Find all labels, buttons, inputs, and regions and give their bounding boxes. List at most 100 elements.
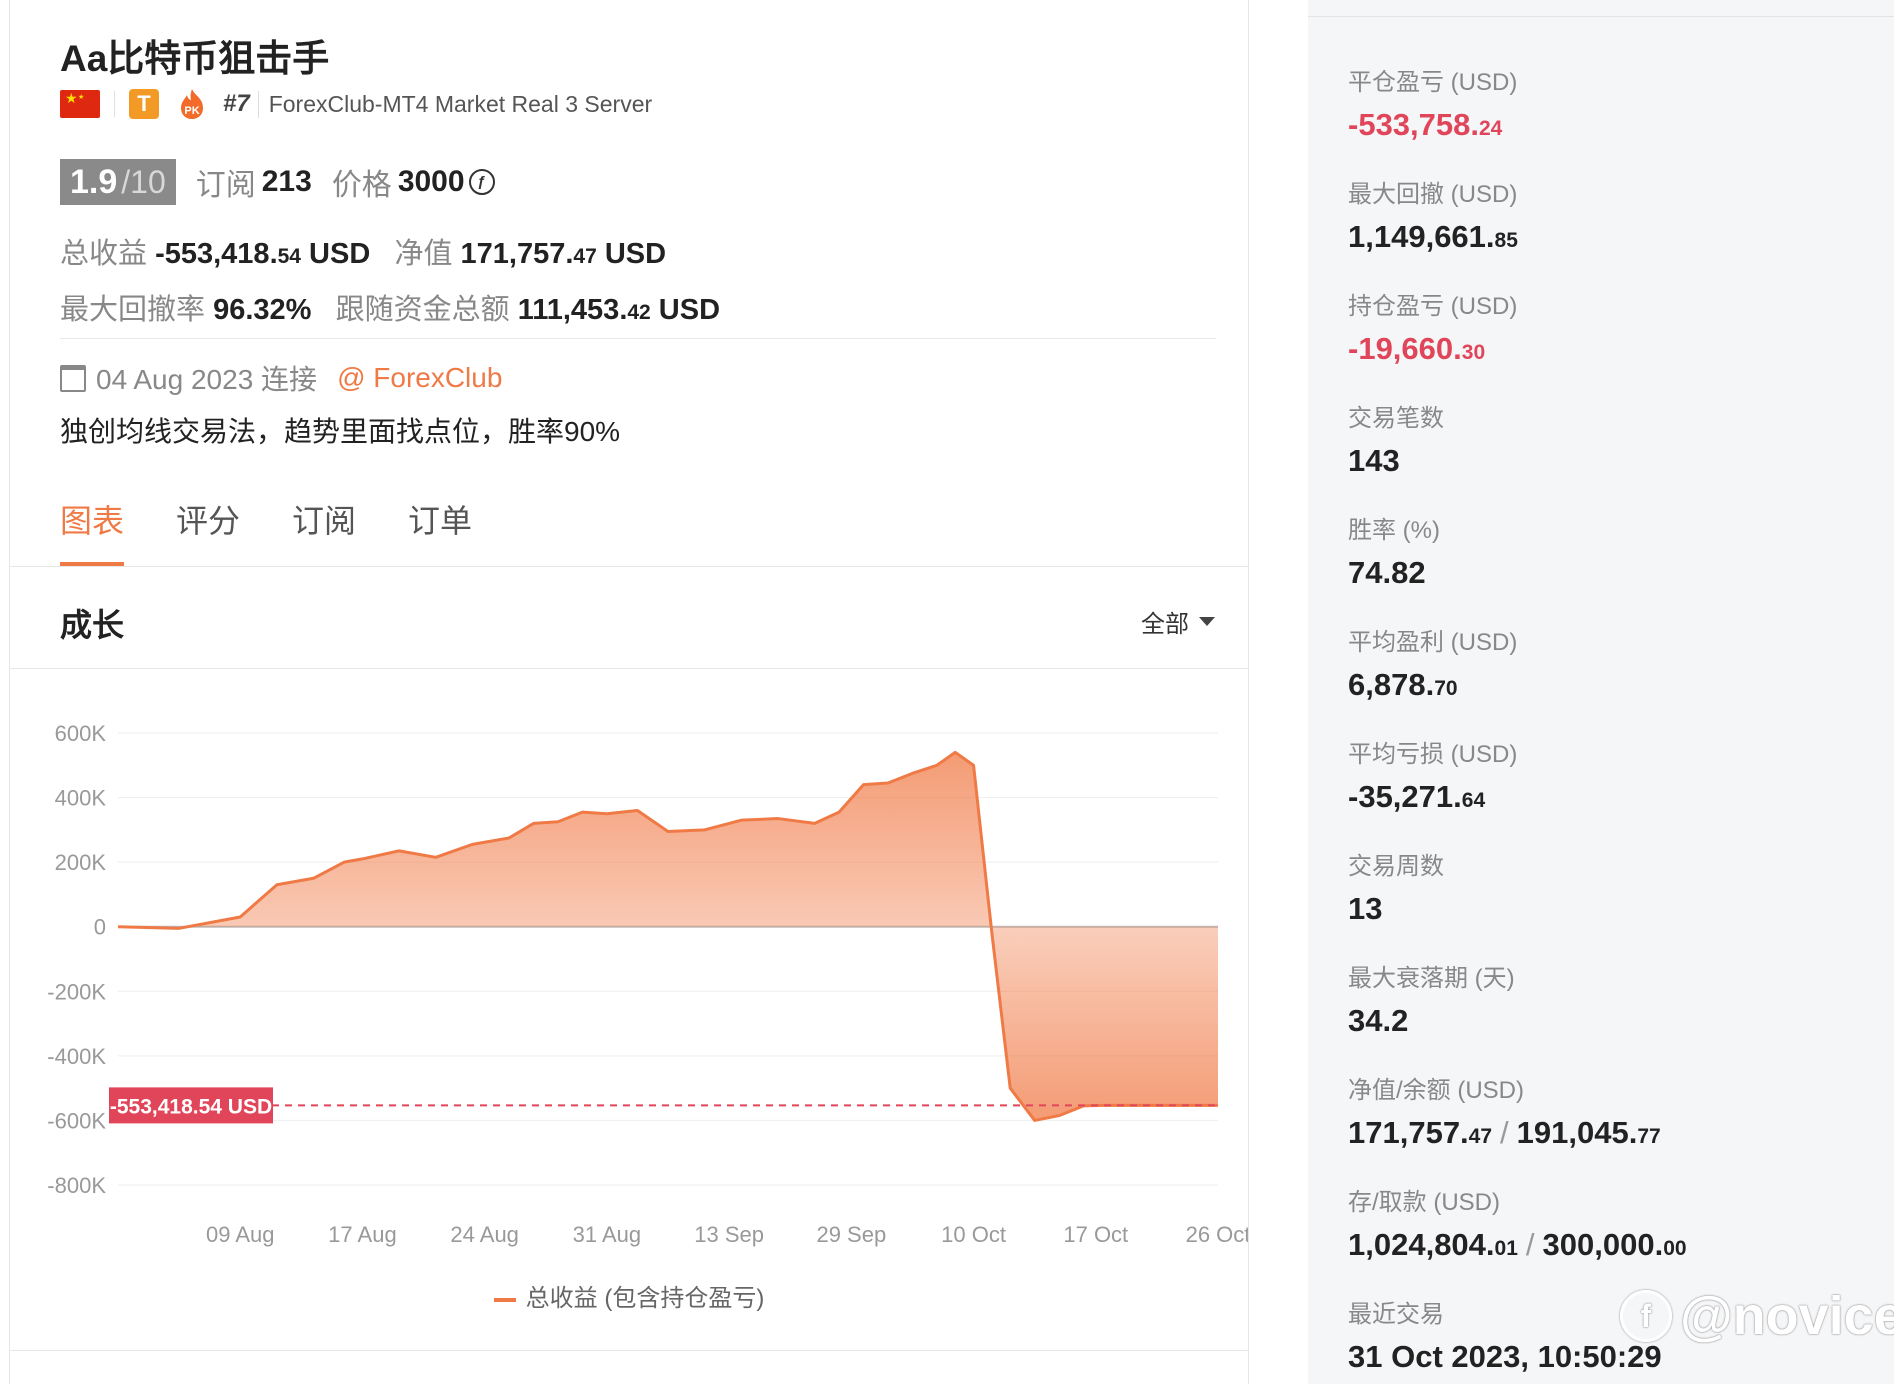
stat-value: -19,660.30 <box>1348 331 1486 366</box>
connect-date: 04 Aug 2023 连接 <box>96 364 318 395</box>
y-tick-label: -200K <box>47 979 106 1004</box>
score-value: 1.9 <box>70 162 118 201</box>
china-flag-icon: ★ ★ <box>60 90 100 118</box>
stat-value: -533,758.24 <box>1348 107 1503 142</box>
chart-legend[interactable]: 总收益 (包含持仓盈亏) <box>10 1278 1248 1313</box>
stat-item: 最大衰落期 (天) 34.2 <box>1348 958 1515 1039</box>
equity-value: 171,757.47 USD <box>460 238 667 270</box>
x-tick-label: 31 Aug <box>573 1222 642 1247</box>
stat-label: 最近交易 <box>1348 1301 1444 1328</box>
follow-funds-label: 跟随资金总额 <box>335 294 510 326</box>
stat-item: 交易周数 13 <box>1348 846 1444 927</box>
x-tick-label: 17 Aug <box>328 1222 397 1247</box>
watermark-text: @novice <box>1680 1286 1894 1346</box>
x-tick-label: 17 Oct <box>1063 1222 1128 1247</box>
watermark-logo-icon: f <box>1620 1290 1672 1342</box>
score-max: /10 <box>121 163 166 200</box>
stat-value: 34.2 <box>1348 1003 1409 1038</box>
connect-row: 04 Aug 2023 连接 @ ForexClub <box>60 358 502 398</box>
divider <box>114 91 115 117</box>
stats-panel: 平仓盈亏 (USD) -533,758.24 最大回撤 (USD) 1,149,661… <box>1308 0 1894 1384</box>
stat-value: 171,757.47/191,045.77 <box>1348 1115 1661 1150</box>
broker-link[interactable]: @ ForexClub <box>337 362 502 394</box>
stat-label: 净值/余额 (USD) <box>1348 1077 1524 1104</box>
equity-label: 净值 <box>394 238 453 270</box>
legend-label: 总收益 (包含持仓盈亏) <box>525 1285 765 1312</box>
y-tick-label: 200K <box>55 850 107 875</box>
price-label: 价格 <box>331 169 392 202</box>
x-tick-label: 26 Oct <box>1186 1222 1248 1247</box>
tab-orders[interactable]: 订单 <box>408 496 472 566</box>
stat-label: 交易周数 <box>1348 853 1444 880</box>
tab-bar: 图表 评分 订阅 订单 <box>60 496 524 566</box>
growth-section-title: 成长 <box>60 607 125 643</box>
drawdown-funds-row: 最大回撤率 96.32% 跟随资金总额 111,453.42 USD <box>60 286 720 328</box>
calendar-icon <box>60 364 86 392</box>
deposit-withdraw-stat: 存/取款 (USD) 1,024,804.01/300,000.00 <box>1348 1182 1687 1263</box>
stat-label: 平仓盈亏 (USD) <box>1348 69 1518 96</box>
stat-item: 持仓盈亏 (USD) -19,660.30 <box>1348 286 1517 367</box>
x-tick-label: 09 Aug <box>206 1222 275 1247</box>
stat-value: 31 Oct 2023, 10:50:29 <box>1348 1339 1662 1374</box>
total-profit-value: -553,418.54 USD <box>155 238 371 270</box>
tier-badge: T <box>129 89 159 119</box>
y-tick-label: 400K <box>55 786 107 811</box>
series-area-negative <box>118 926 1218 1121</box>
stat-label: 平均盈利 (USD) <box>1348 629 1518 656</box>
divider <box>10 668 1248 669</box>
tab-rating[interactable]: 评分 <box>176 496 240 566</box>
strategy-description: 独创均线交易法，趋势里面找点位，胜率90% <box>60 416 621 447</box>
stat-label: 胜率 (%) <box>1348 517 1440 544</box>
x-tick-label: 29 Sep <box>816 1222 886 1247</box>
x-tick-label: 13 Sep <box>694 1222 764 1247</box>
stat-item: 平均亏损 (USD) -35,271.64 <box>1348 734 1517 815</box>
stat-label: 最大衰落期 (天) <box>1348 965 1515 992</box>
stat-label: 持仓盈亏 (USD) <box>1348 293 1518 320</box>
stat-label: 平均亏损 (USD) <box>1348 741 1518 768</box>
y-tick-label: 0 <box>94 915 106 940</box>
stat-value: 1,149,661.85 <box>1348 219 1518 254</box>
trader-name: Aa比特币狙击手 <box>60 38 330 79</box>
y-tick-label: 600K <box>55 721 107 746</box>
stat-item: 平均盈利 (USD) 6,878.70 <box>1348 622 1517 703</box>
stat-value: 143 <box>1348 443 1400 478</box>
y-tick-label: -800K <box>47 1173 106 1198</box>
total-profit-label: 总收益 <box>60 238 148 270</box>
server-name: ForexClub-MT4 Market Real 3 Server <box>257 90 652 118</box>
subscribe-count: 213 <box>261 165 312 198</box>
score-badge: 1.9 /10 <box>60 159 176 205</box>
max-drawdown-label: 最大回撤率 <box>60 294 206 326</box>
x-tick-label: 24 Aug <box>450 1222 519 1247</box>
range-dropdown[interactable]: 全部 <box>1141 604 1215 639</box>
range-selected-value: 全部 <box>1141 611 1189 638</box>
chevron-down-icon <box>1199 617 1215 626</box>
trader-profile-card: Aa比特币狙击手 ★ ★ T PK #7 ForexClub-MT4 Market… <box>9 0 1249 1384</box>
growth-chart: 600K 400K 200K 0 -200K -400K -600K -800K 09 Aug 1… <box>47 721 1248 1247</box>
follow-funds-value: 111,453.42 USD <box>517 294 721 326</box>
x-tick-label: 10 Oct <box>941 1222 1006 1247</box>
pk-badge-text: PK <box>184 105 199 117</box>
profit-equity-row: 总收益 -553,418.54 USD 净值 171,757.47 USD <box>60 230 666 272</box>
divider <box>60 338 1216 339</box>
divider <box>10 1350 1248 1351</box>
y-tick-label: -400K <box>47 1044 106 1069</box>
price-value: 3000 <box>397 165 465 198</box>
y-tick-label: -600K <box>47 1108 106 1133</box>
tab-subscribe[interactable]: 订阅 <box>292 496 356 566</box>
stat-label: 交易笔数 <box>1348 405 1444 432</box>
stat-item: 最大回撤 (USD) 1,149,661.85 <box>1348 174 1518 255</box>
tab-chart[interactable]: 图表 <box>60 496 125 566</box>
subscribe-label: 订阅 <box>195 169 256 202</box>
stat-value: -35,271.64 <box>1348 779 1486 814</box>
stat-value: 13 <box>1348 891 1383 926</box>
trader-meta-row: ★ ★ T PK #7 ForexClub-MT4 Market Real 3 S… <box>60 86 652 122</box>
stat-label: 最大回撤 (USD) <box>1348 181 1518 208</box>
stat-item: 交易笔数 143 <box>1348 398 1444 479</box>
current-value-label: -553,418.54 USD <box>110 1095 272 1118</box>
coin-icon: ƒ <box>468 169 495 195</box>
divider <box>10 566 1248 567</box>
stat-value: 74.82 <box>1348 555 1426 590</box>
stat-item: 胜率 (%) 74.82 <box>1348 510 1440 591</box>
stat-item: 平仓盈亏 (USD) -533,758.24 <box>1348 62 1517 143</box>
rank-number: #7 <box>223 90 250 117</box>
